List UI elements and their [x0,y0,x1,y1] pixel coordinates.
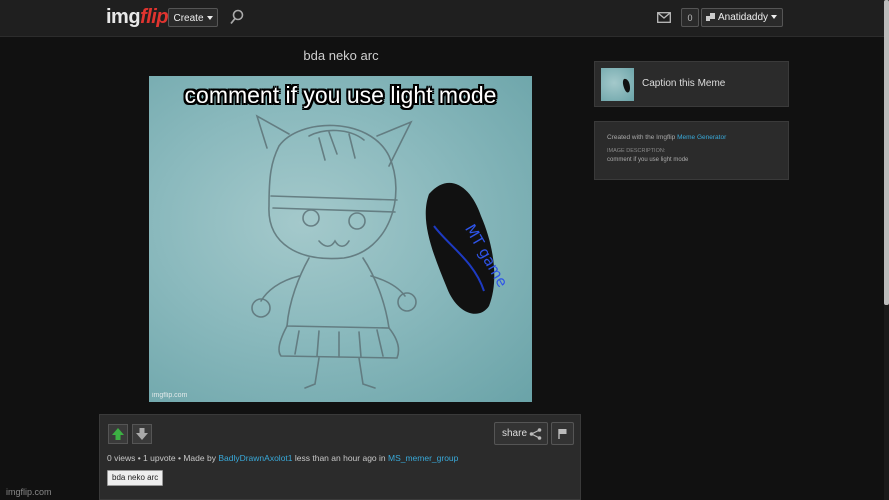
user-avatar-icon [706,13,715,22]
caption-this-meme-button[interactable]: Caption this Meme [594,61,789,107]
author-link[interactable]: BadlyDrawnAxolot1 [218,453,292,463]
notification-count[interactable]: 0 [681,8,699,27]
flag-icon [558,429,567,439]
meme-actions-panel: share 0 views • 1 upvote • Made by Badly… [99,414,581,500]
image-watermark: imgflip.com [152,392,188,399]
user-menu-button[interactable]: Anatidaddy [701,8,783,27]
meme-generator-link[interactable]: Meme Generator [677,134,726,141]
top-header: imgflip Create 0 Anatidaddy [0,0,889,37]
scrollbar-thumb[interactable] [884,0,889,305]
meme-tag[interactable]: bda neko arc [107,470,164,486]
neko-arc-drawing: MT game [251,114,511,389]
meme-info-box: Created with the Imgflip Meme Generator … [594,121,789,180]
page-watermark: imgflip.com [6,487,52,497]
caret-down-icon [771,15,778,20]
mail-icon[interactable] [657,12,671,23]
imgflip-logo[interactable]: imgflip [106,6,169,29]
meme-image[interactable]: MT game comment if you use light mode im… [149,76,532,402]
caret-down-icon [206,16,213,21]
meme-caption-text: comment if you use light mode [184,82,497,108]
meme-title: bda neko arc [303,48,379,63]
arrow-up-icon [112,428,124,440]
image-description-heading: IMAGE DESCRIPTION: [607,148,666,154]
share-button[interactable]: share [494,422,548,445]
create-menu-button[interactable]: Create [168,8,218,27]
stream-link[interactable]: MS_memer_group [388,453,458,463]
search-icon[interactable] [230,9,244,25]
upvote-button[interactable] [108,424,128,444]
image-description: comment if you use light mode [607,157,689,163]
meme-stats: 0 views • 1 upvote • Made by BadlyDrawnA… [107,453,459,463]
flag-button[interactable] [551,422,574,445]
arrow-down-icon [136,428,148,440]
caption-thumbnail [601,68,634,101]
share-icon [529,428,542,440]
downvote-button[interactable] [132,424,152,444]
